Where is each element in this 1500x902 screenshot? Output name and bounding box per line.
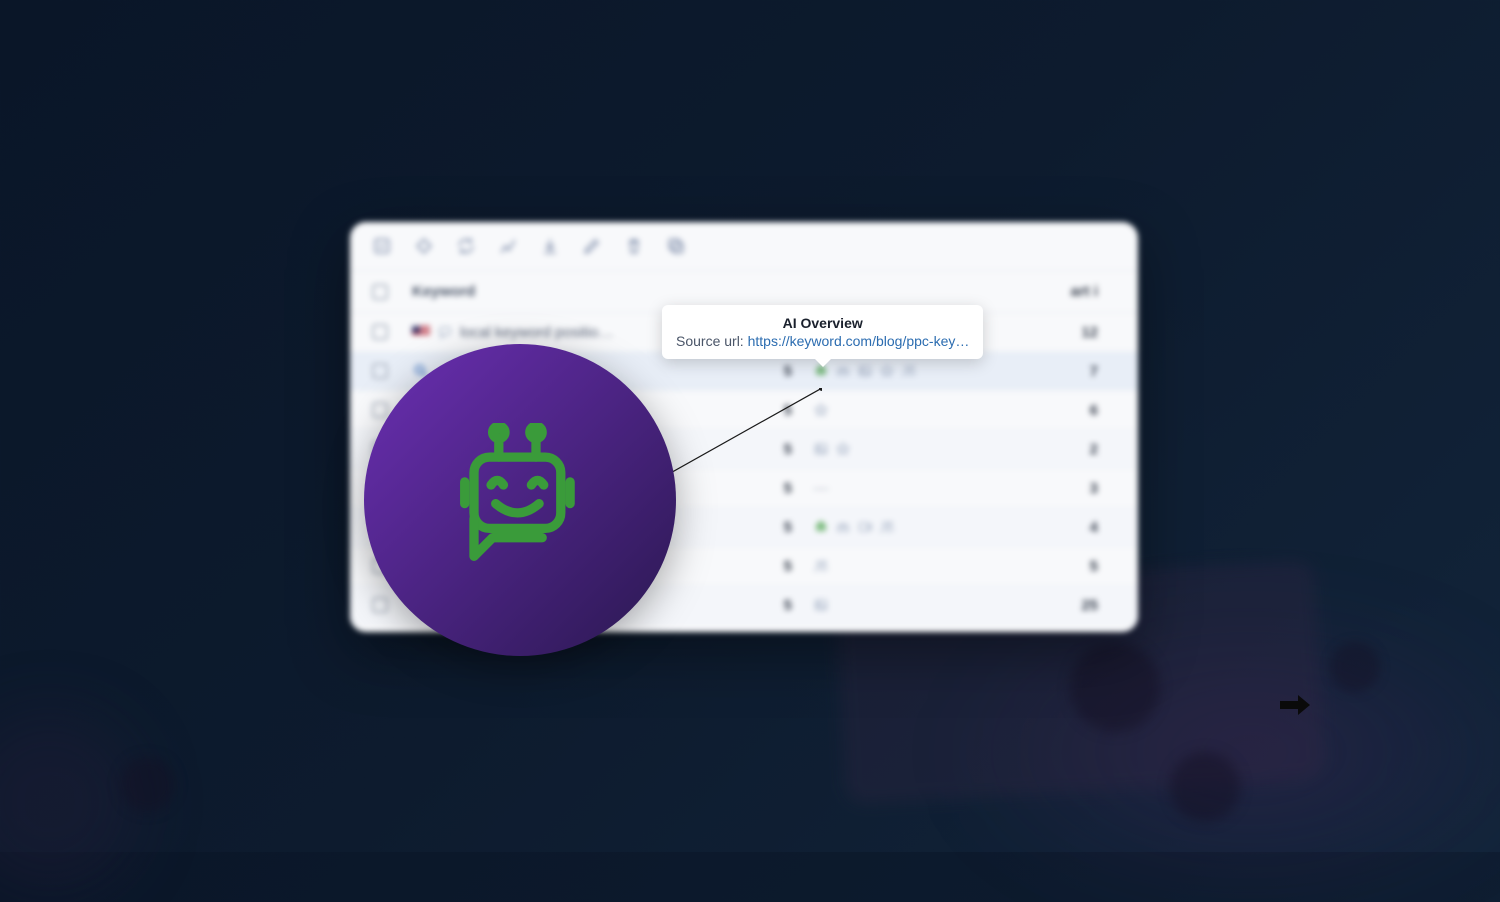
copy-icon[interactable]: [666, 236, 686, 256]
star-icon: [878, 362, 896, 380]
people-icon: [878, 518, 896, 536]
arrow-right-icon: [1280, 693, 1310, 717]
crown-icon: [834, 518, 852, 536]
bg-shape: [0, 712, 140, 892]
robot-icon: [812, 518, 830, 536]
right-value-cell: 3: [962, 480, 1116, 497]
toolbar: [350, 222, 1138, 271]
right-value-cell: 7: [962, 363, 1116, 380]
chat-icon: [436, 323, 454, 341]
right-value-cell: 5: [962, 558, 1116, 575]
value-cell: 5: [692, 480, 812, 497]
trash-icon[interactable]: [624, 236, 644, 256]
people-icon: [812, 557, 830, 575]
magnifier-circle: [365, 345, 675, 655]
tooltip-source-label: Source url:: [676, 333, 748, 349]
bg-shape: [1330, 642, 1380, 692]
edit-icon[interactable]: [372, 236, 392, 256]
tooltip-source-link[interactable]: https://keyword.com/blog/ppc-key…: [748, 333, 970, 349]
refresh-icon[interactable]: [456, 236, 476, 256]
star-icon: [834, 440, 852, 458]
image-icon: [812, 440, 830, 458]
row-checkbox[interactable]: [372, 402, 388, 418]
chart-icon[interactable]: [498, 236, 518, 256]
value-cell: 5: [692, 363, 812, 380]
value-cell: 5: [692, 558, 812, 575]
bg-shape: [120, 757, 175, 812]
value-cell: 5: [692, 597, 812, 614]
right-value-cell: 2: [962, 441, 1116, 458]
ai-overview-tooltip: AI Overview Source url: https://keyword.…: [662, 305, 983, 359]
tooltip-body: Source url: https://keyword.com/blog/ppc…: [676, 333, 969, 349]
right-value-cell: 25: [962, 597, 1116, 614]
image-icon: [856, 362, 874, 380]
crown-icon: [834, 362, 852, 380]
serp-icons-cell: [812, 557, 962, 575]
video-icon: [856, 518, 874, 536]
serp-icons-cell: —: [812, 479, 962, 497]
bg-shape: [1070, 642, 1160, 732]
header-right[interactable]: art i: [962, 283, 1116, 300]
serp-icons-cell: [812, 596, 962, 614]
right-value-cell: 6: [962, 402, 1116, 419]
row-checkbox[interactable]: [372, 597, 388, 613]
value-cell: 5: [692, 402, 812, 419]
value-cell: 5: [692, 441, 812, 458]
serp-icons-cell: [812, 401, 962, 419]
people-icon: [900, 362, 918, 380]
keyword-cell: local keyword positio…: [412, 323, 692, 341]
select-all-checkbox[interactable]: [372, 284, 388, 300]
serp-icons-cell: [812, 362, 962, 380]
row-checkbox[interactable]: [372, 363, 388, 379]
value-cell: 5: [692, 519, 812, 536]
tooltip-title: AI Overview: [676, 315, 969, 331]
image-icon: [812, 596, 830, 614]
serp-icons-cell: [812, 518, 962, 536]
right-value-cell: 12: [962, 324, 1116, 341]
dash-icon: —: [812, 479, 830, 497]
star-icon: [812, 401, 830, 419]
keyword-text: local keyword positio…: [460, 324, 613, 341]
download-icon[interactable]: [540, 236, 560, 256]
row-checkbox[interactable]: [372, 324, 388, 340]
pencil-icon[interactable]: [582, 236, 602, 256]
header-keyword[interactable]: Keyword: [412, 283, 692, 300]
right-value-cell: 4: [962, 519, 1116, 536]
tag-icon[interactable]: [414, 236, 434, 256]
bg-shape: [1170, 752, 1240, 822]
flag-us-icon: [412, 326, 430, 338]
robot-icon: [443, 423, 598, 578]
serp-icons-cell: [812, 440, 962, 458]
